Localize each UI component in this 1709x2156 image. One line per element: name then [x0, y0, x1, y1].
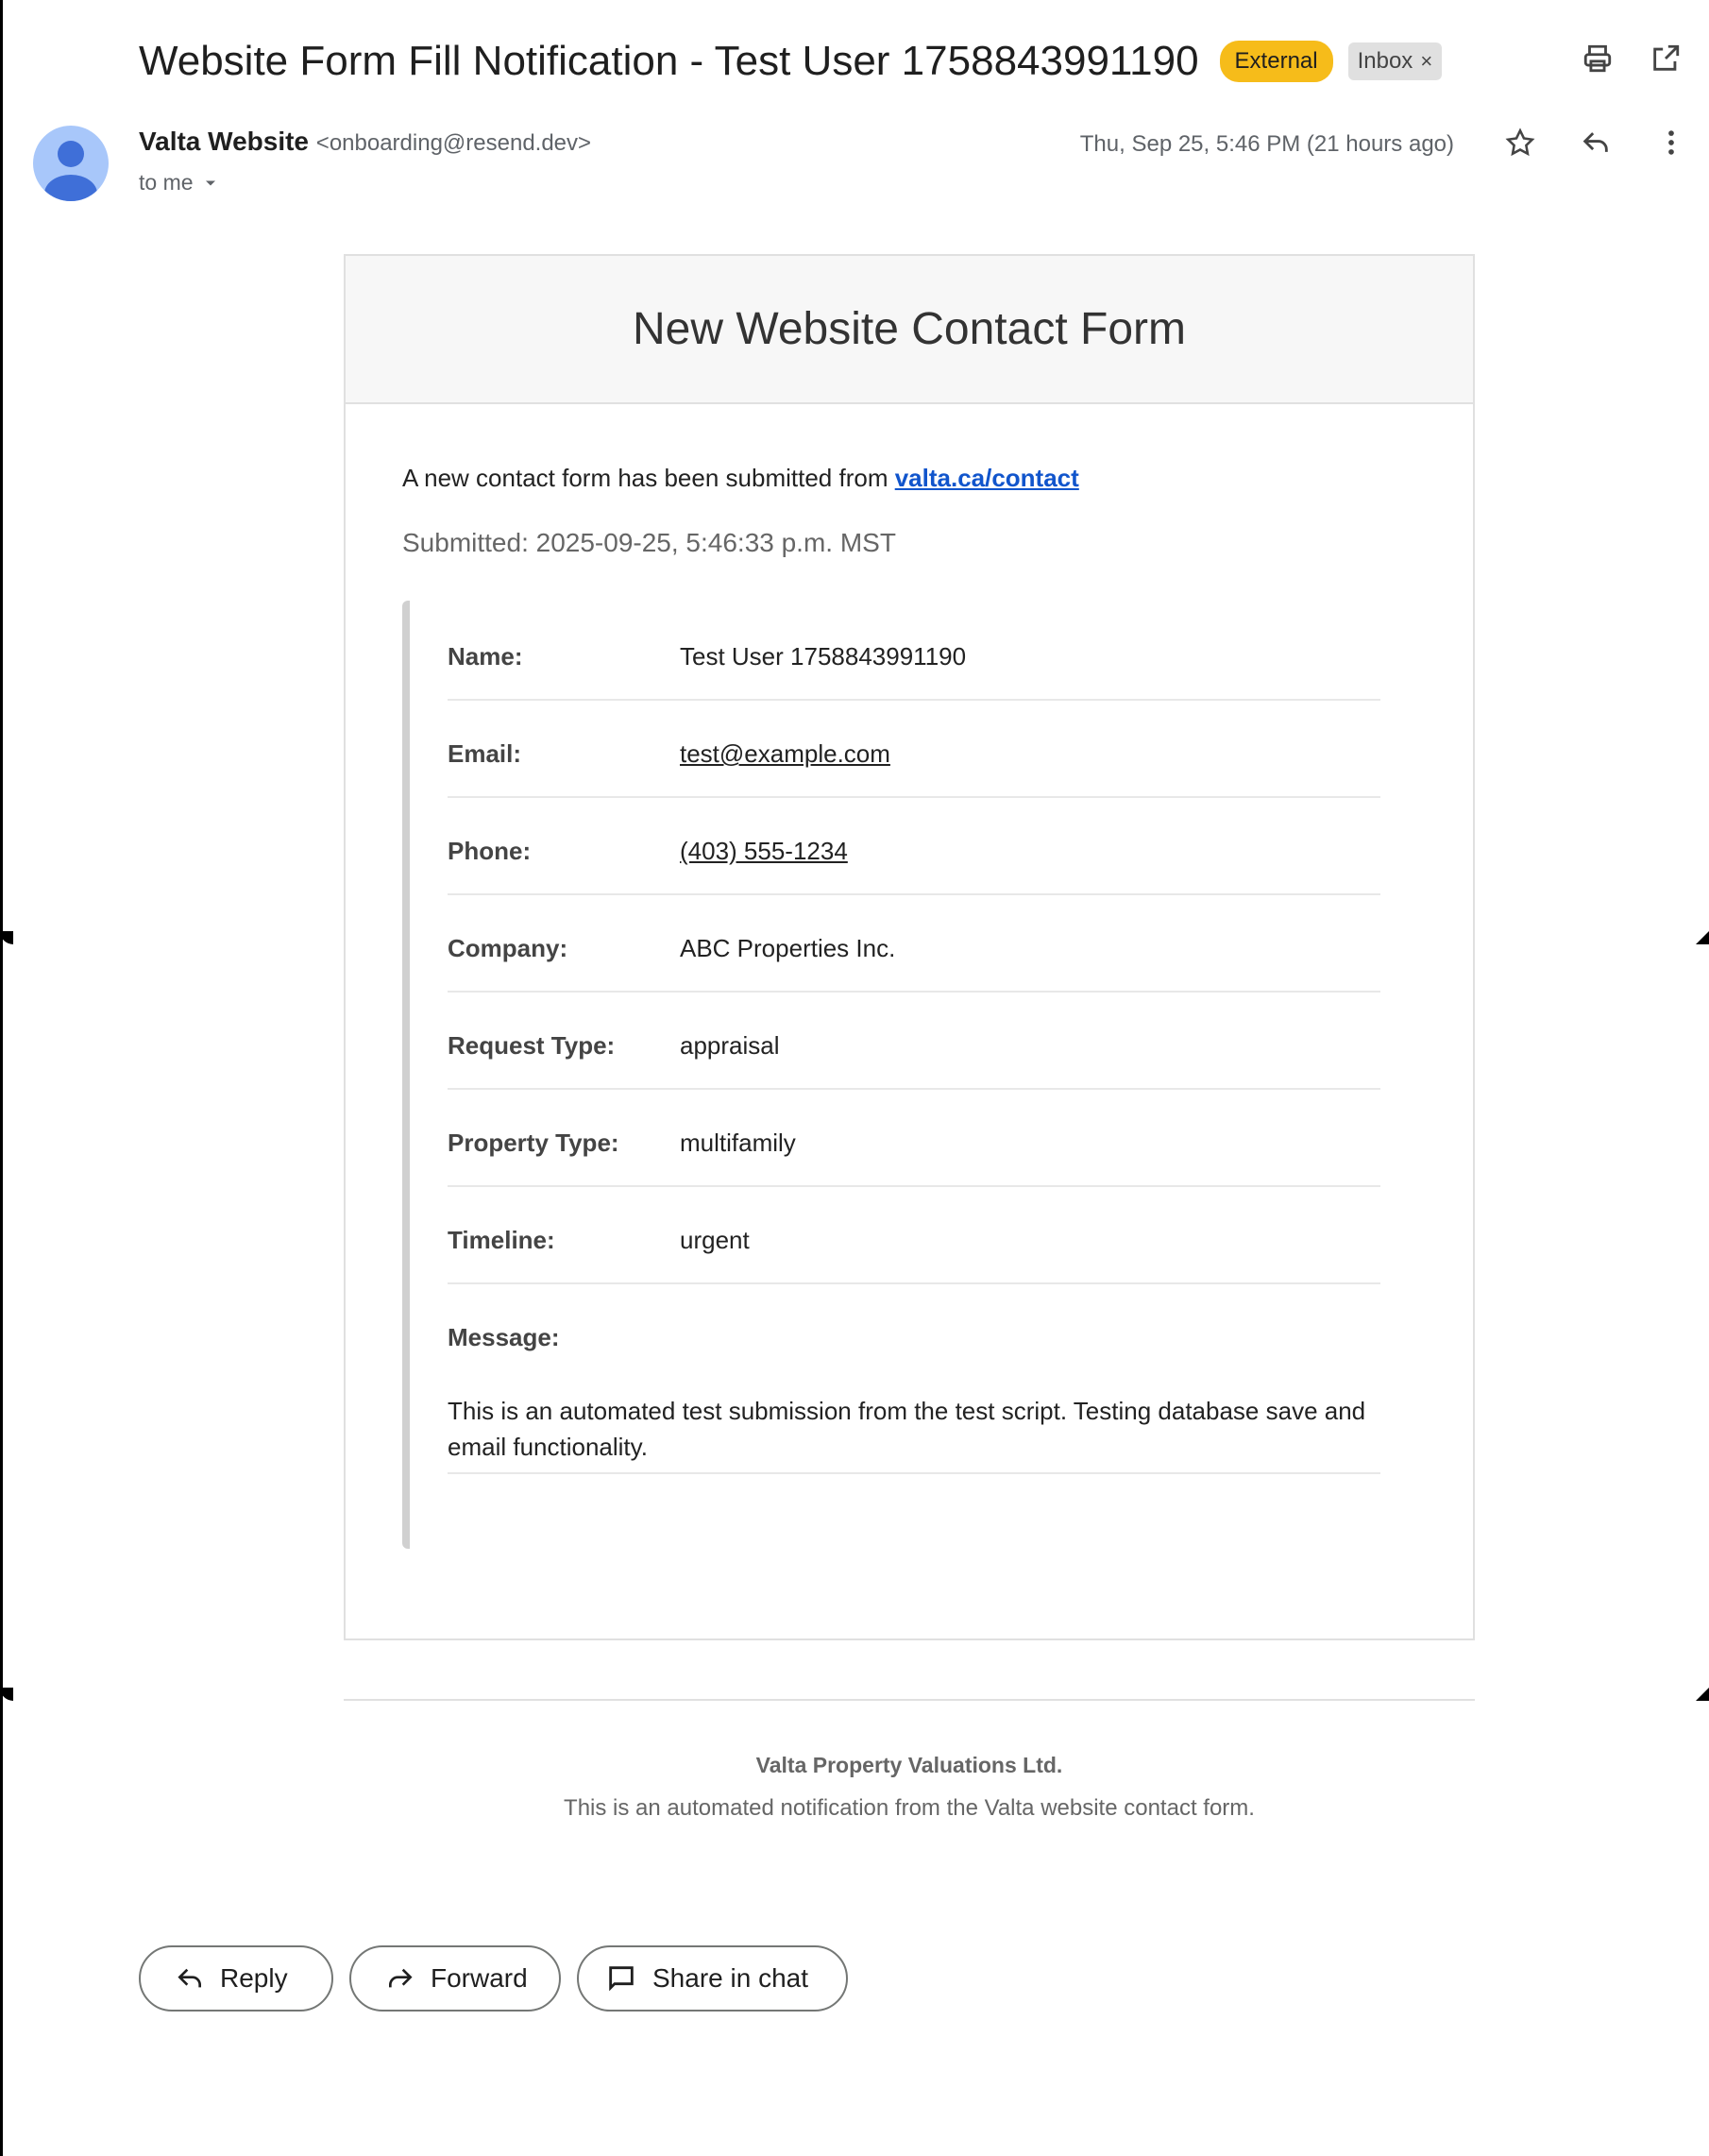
phone-link[interactable]: (403) 555-1234: [680, 837, 848, 866]
field-row-name: Name: Test User 1758843991190: [448, 642, 1380, 701]
field-row-timeline: Timeline: urgent: [448, 1226, 1380, 1284]
field-row-request-type: Request Type: appraisal: [448, 1031, 1380, 1090]
intro-prefix: A new contact form has been submitted fr…: [402, 464, 895, 492]
field-label: Company:: [448, 934, 568, 962]
share-label: Share in chat: [652, 1963, 808, 1993]
reply-icon: [178, 1968, 201, 1988]
sender: Valta Website <onboarding@resend.dev>: [139, 127, 591, 157]
field-value: multifamily: [680, 1129, 796, 1157]
field-label: Message:: [448, 1323, 560, 1351]
email-link[interactable]: test@example.com: [680, 739, 890, 769]
chevron-down-icon: [205, 180, 215, 185]
field-value: urgent: [680, 1226, 750, 1254]
field-label: Request Type:: [448, 1031, 616, 1060]
field-label: Name:: [448, 642, 523, 671]
sender-name[interactable]: Valta Website: [139, 127, 309, 156]
field-label: Phone:: [448, 837, 532, 865]
window-edge: [0, 0, 3, 2156]
email-body-card: New Website Contact Form A new contact f…: [344, 254, 1475, 1640]
intro-text: A new contact form has been submitted fr…: [402, 464, 1079, 493]
email-subject: Website Form Fill Notification - Test Us…: [139, 38, 1199, 84]
share-in-chat-button[interactable]: Share in chat: [577, 1945, 848, 2012]
field-row-email: Email: test@example.com: [448, 739, 1380, 798]
inbox-label-text: Inbox: [1357, 48, 1413, 74]
forward-label: Forward: [431, 1963, 528, 1993]
print-icon[interactable]: [1581, 42, 1615, 76]
sender-email: <onboarding@resend.dev>: [315, 130, 592, 156]
star-icon[interactable]: [1503, 126, 1537, 160]
bottom-actions: Reply Forward Share in chat: [139, 1945, 848, 2012]
chat-icon: [609, 1966, 634, 1992]
recipients-text: to me: [139, 170, 194, 195]
remove-label-icon[interactable]: ×: [1420, 49, 1432, 74]
window-corner: [1696, 1688, 1709, 1701]
message-actions: [1503, 126, 1688, 160]
contact-page-link[interactable]: valta.ca/contact: [895, 464, 1079, 492]
submitted-timestamp: Submitted: 2025-09-25, 5:46:33 p.m. MST: [402, 528, 896, 557]
form-fields: Name: Test User 1758843991190 Email: tes…: [402, 601, 1380, 1549]
open-in-new-window-icon[interactable]: [1649, 42, 1683, 76]
field-value: appraisal: [680, 1031, 780, 1060]
forward-icon: [389, 1968, 413, 1988]
field-value: ABC Properties Inc.: [680, 934, 896, 962]
field-row-property-type: Property Type: multifamily: [448, 1129, 1380, 1187]
card-title: New Website Contact Form: [633, 304, 1186, 354]
field-label: Email:: [448, 739, 522, 768]
field-row-phone: Phone: (403) 555-1234: [448, 837, 1380, 895]
message-text: This is an automated test submission fro…: [448, 1397, 1366, 1461]
reply-label: Reply: [220, 1963, 288, 1993]
field-row-company: Company: ABC Properties Inc.: [448, 934, 1380, 993]
footer-note: This is an automated notification from t…: [564, 1795, 1255, 1821]
reply-icon[interactable]: [1579, 126, 1613, 160]
external-badge: External: [1219, 41, 1333, 82]
forward-button[interactable]: Forward: [349, 1945, 561, 2012]
field-row-message: Message: This is an automated test submi…: [448, 1323, 1380, 1474]
avatar[interactable]: [33, 126, 109, 201]
field-label: Property Type:: [448, 1129, 619, 1157]
inbox-label[interactable]: Inbox ×: [1347, 42, 1443, 80]
top-actions: [1581, 42, 1683, 76]
recipients-toggle[interactable]: to me: [139, 170, 220, 195]
email-date: Thu, Sep 25, 5:46 PM (21 hours ago): [1079, 131, 1454, 157]
field-value: Test User 1758843991190: [680, 642, 967, 671]
footer-divider: [344, 1699, 1475, 1701]
reply-button[interactable]: Reply: [139, 1945, 333, 2012]
subject-row: Website Form Fill Notification - Test Us…: [139, 36, 1709, 87]
more-vert-icon[interactable]: [1654, 126, 1688, 160]
field-label: Timeline:: [448, 1226, 555, 1254]
window-corner: [1696, 931, 1709, 944]
footer-company: Valta Property Valuations Ltd.: [755, 1753, 1063, 1777]
card-header: New Website Contact Form: [346, 256, 1473, 404]
